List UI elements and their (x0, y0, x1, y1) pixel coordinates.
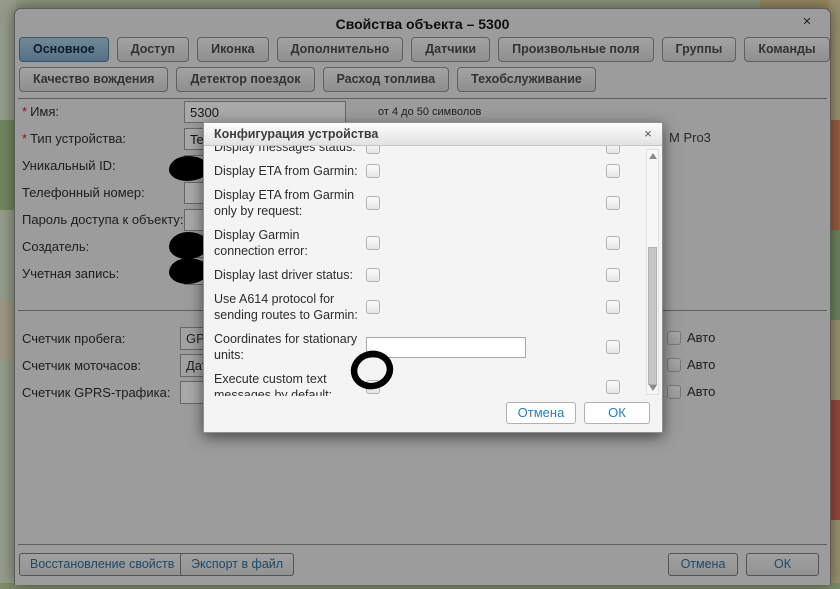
stationary-coordinates-mobile-checkbox[interactable] (606, 340, 620, 354)
last-driver-status-mobile-checkbox[interactable] (606, 268, 620, 282)
execute-custom-text-mobile-checkbox[interactable] (606, 380, 620, 394)
config-dialog-body: Display messages status: Display ETA fro… (204, 146, 648, 396)
config-row-execute-custom-text: Execute custom text messages by default: (214, 371, 620, 396)
connection-error-mobile-checkbox[interactable] (606, 236, 620, 250)
config-row-label: Execute custom text messages by default: (214, 371, 366, 396)
config-dialog-header: Конфигурация устройства × (204, 123, 662, 146)
eta-by-request-checkbox[interactable] (366, 196, 380, 210)
close-icon[interactable]: × (640, 126, 656, 142)
config-row-label: Display last driver status: (214, 267, 366, 283)
config-row-connection-error: Display Garmin connection error: (214, 227, 620, 259)
config-row-label: Display Garmin connection error: (214, 227, 366, 259)
config-rows: Display messages status: Display ETA fro… (214, 146, 620, 396)
eta-garmin-mobile-checkbox[interactable] (606, 164, 620, 178)
stationary-coordinates-input[interactable] (366, 337, 526, 358)
scroll-up-icon[interactable] (647, 151, 658, 161)
connection-error-checkbox[interactable] (366, 236, 380, 250)
config-row-label: Display ETA from Garmin: (214, 163, 366, 179)
scroll-down-icon[interactable] (647, 383, 658, 393)
eta-by-request-mobile-checkbox[interactable] (606, 196, 620, 210)
messages-status-mobile-checkbox[interactable] (606, 146, 620, 154)
config-row-eta-by-request: Display ETA from Garmin only by request: (214, 187, 620, 219)
config-row-messages-status: Display messages status: (214, 146, 620, 155)
config-row-label: Coordinates for stationary units: (214, 331, 366, 363)
config-row-last-driver-status: Display last driver status: (214, 267, 620, 283)
a614-protocol-checkbox[interactable] (366, 300, 380, 314)
config-dialog-footer: Отмена ОК (506, 402, 650, 424)
device-configuration-dialog: Конфигурация устройства × Display messag… (203, 122, 663, 433)
messages-status-checkbox[interactable] (366, 146, 380, 154)
config-row-label: Display ETA from Garmin only by request: (214, 187, 366, 219)
config-row-eta-garmin: Display ETA from Garmin: (214, 163, 620, 179)
a614-protocol-mobile-checkbox[interactable] (606, 300, 620, 314)
scrollbar-thumb[interactable] (648, 247, 657, 385)
config-row-label: Display messages status: (214, 146, 366, 155)
execute-custom-text-checkbox[interactable] (366, 380, 380, 394)
config-row-stationary-coordinates: Coordinates for stationary units: (214, 331, 620, 363)
config-dialog-title: Конфигурация устройства (204, 123, 662, 146)
config-ok-button[interactable]: ОК (584, 402, 650, 424)
config-row-label: Use A614 protocol for sending routes to … (214, 291, 366, 323)
last-driver-status-checkbox[interactable] (366, 268, 380, 282)
eta-garmin-checkbox[interactable] (366, 164, 380, 178)
config-cancel-button[interactable]: Отмена (506, 402, 576, 424)
config-scrollbar[interactable] (646, 149, 659, 395)
config-row-a614-protocol: Use A614 protocol for sending routes to … (214, 291, 620, 323)
